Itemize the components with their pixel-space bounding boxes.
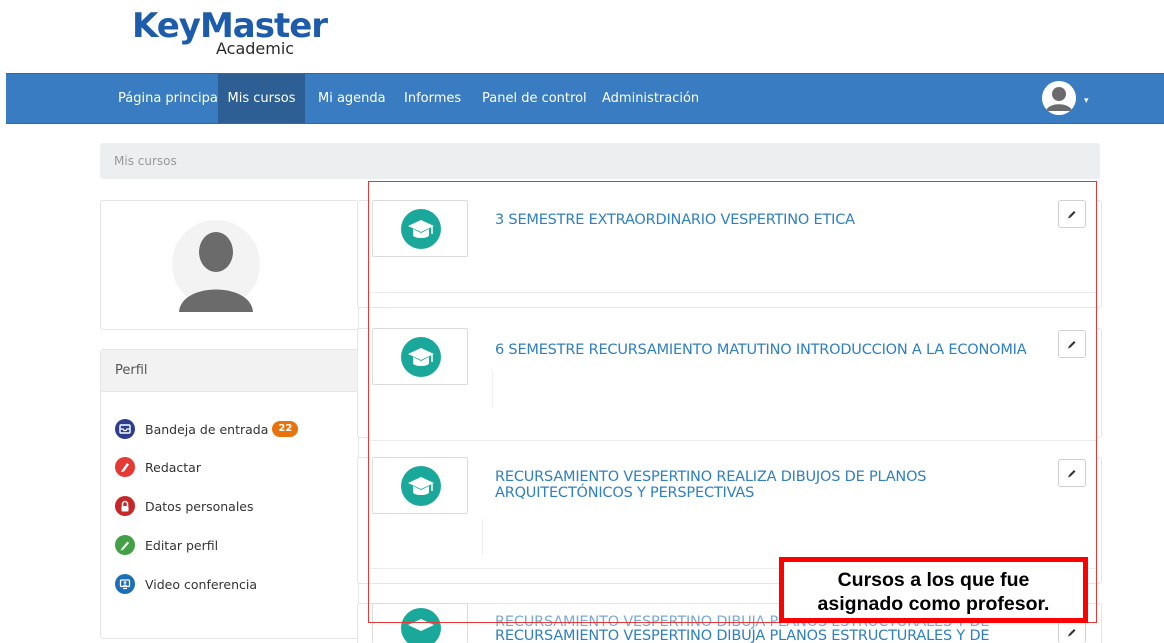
- pencil-icon: [1068, 211, 1076, 219]
- user-avatar-icon: [1042, 81, 1076, 115]
- profile-menu-title: Perfil: [101, 350, 358, 392]
- menu-item-bandeja-de-entrada[interactable]: Bandeja de entrada 22: [115, 417, 299, 441]
- annotation-line-2: asignado como profesor.: [817, 593, 1050, 615]
- course-title-link[interactable]: 6 SEMESTRE RECURSAMIENTO MATUTINO INTROD…: [495, 342, 1055, 358]
- graduation-cap-icon: [401, 337, 441, 377]
- profile-menu-card: Perfil Bandeja de entrada 22 Redactar Da…: [100, 349, 359, 639]
- video-conference-icon: [115, 574, 135, 594]
- user-menu[interactable]: ▾: [1042, 81, 1094, 117]
- annotation-callout: Cursos a los que fue asignado como profe…: [779, 557, 1088, 623]
- breadcrumb: Mis cursos: [100, 143, 1100, 179]
- app-logo[interactable]: KeyMaster Academic: [132, 6, 328, 62]
- nav-item-administracion[interactable]: Administración: [592, 74, 709, 123]
- edit-course-button[interactable]: [1058, 459, 1086, 487]
- logo-sub-text: Academic: [216, 39, 295, 58]
- top-navbar: Página principal Mis cursos Mi agenda In…: [6, 73, 1164, 124]
- course-title-link[interactable]: RECURSAMIENTO VESPERTINO REALIZA DIBUJOS…: [495, 469, 965, 501]
- menu-item-datos-personales[interactable]: Datos personales: [115, 494, 254, 518]
- pencil-icon: [1068, 470, 1076, 478]
- divider: [482, 519, 483, 555]
- course-title-link[interactable]: RECURSAMIENTO VESPERTINO DIBUJA PLANOS E…: [495, 628, 1055, 643]
- graduation-cap-icon: [401, 209, 441, 249]
- graduation-cap-icon: [401, 608, 441, 643]
- edit-course-button[interactable]: [1058, 330, 1086, 358]
- chevron-down-icon: ▾: [1084, 95, 1089, 105]
- nav-item-informes[interactable]: Informes: [394, 74, 471, 123]
- course-thumbnail[interactable]: [372, 457, 468, 514]
- edit-course-button[interactable]: [1058, 200, 1086, 228]
- nav-item-pagina-principal[interactable]: Página principal: [108, 74, 231, 123]
- nav-item-panel-de-control[interactable]: Panel de control: [472, 74, 597, 123]
- profile-avatar-icon: [171, 216, 261, 316]
- graduation-cap-icon: [401, 466, 441, 506]
- course-item[interactable]: 3 SEMESTRE EXTRAORDINARIO VESPERTINO ETI…: [370, 200, 1096, 293]
- menu-item-label: Datos personales: [145, 498, 254, 514]
- unread-count-badge: 22: [272, 421, 299, 437]
- pencil-icon: [1068, 341, 1076, 349]
- course-title-link[interactable]: 3 SEMESTRE EXTRAORDINARIO VESPERTINO ETI…: [495, 212, 1055, 228]
- menu-item-label: Video conferencia: [145, 576, 258, 592]
- inbox-icon: [115, 419, 135, 439]
- annotation-line-1: Cursos a los que fue: [837, 569, 1030, 591]
- profile-card: [100, 200, 359, 330]
- course-item[interactable]: 6 SEMESTRE RECURSAMIENTO MATUTINO INTROD…: [370, 328, 1096, 441]
- course-thumbnail[interactable]: [372, 328, 468, 385]
- menu-item-redactar[interactable]: Redactar: [115, 455, 201, 479]
- nav-item-mis-cursos[interactable]: Mis cursos: [218, 74, 305, 123]
- compose-icon: [115, 457, 135, 477]
- course-item[interactable]: RECURSAMIENTO VESPERTINO REALIZA DIBUJOS…: [370, 457, 1096, 569]
- nav-item-mi-agenda[interactable]: Mi agenda: [308, 74, 396, 123]
- menu-item-label: Redactar: [145, 459, 201, 475]
- menu-item-label: Editar perfil: [145, 537, 219, 553]
- course-thumbnail[interactable]: [372, 603, 468, 643]
- pencil-icon: [1068, 628, 1076, 636]
- edit-pencil-icon: [115, 535, 135, 555]
- course-thumbnail[interactable]: [372, 200, 468, 257]
- menu-item-video-conferencia[interactable]: Video conferencia: [115, 572, 257, 596]
- menu-item-label: Bandeja de entrada: [145, 421, 269, 437]
- menu-item-editar-perfil[interactable]: Editar perfil: [115, 533, 218, 557]
- divider: [492, 370, 493, 408]
- lock-icon: [115, 496, 135, 516]
